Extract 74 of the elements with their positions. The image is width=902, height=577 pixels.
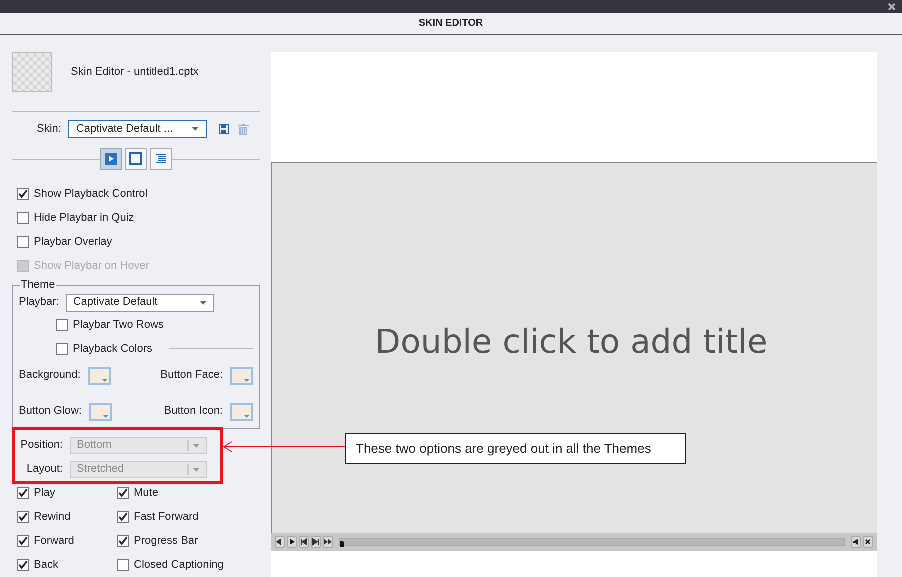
list-icon (154, 152, 168, 166)
slide-title[interactable]: Double click to add title (375, 317, 768, 367)
checkbox[interactable] (17, 487, 29, 499)
checkbox-label: Forward (34, 534, 74, 548)
previous-button[interactable] (299, 536, 309, 548)
next-button[interactable] (311, 536, 321, 548)
next-icon (312, 538, 320, 546)
playback-tab[interactable] (100, 148, 122, 170)
checkbox-label: Back (34, 558, 58, 572)
field-label: Position: (20, 438, 63, 454)
color-label: Button Icon: (164, 404, 223, 420)
toc-tab[interactable] (150, 148, 172, 170)
checkbox[interactable] (56, 318, 68, 330)
color-label: Background: (19, 368, 81, 384)
color-label: Button Face: (160, 368, 223, 384)
checkbox-label: Progress Bar (134, 534, 198, 548)
field-label: Layout: (26, 462, 63, 478)
color-label: Button Glow: (19, 404, 82, 420)
checkbox-label: Playbar Overlay (34, 235, 112, 249)
playbar-dropdown[interactable]: Captivate Default (66, 294, 214, 312)
fast-forward-icon (324, 538, 332, 546)
checkbox-label: Show Playback Control (34, 187, 148, 201)
color-swatch[interactable] (230, 402, 253, 420)
checkbox[interactable] (17, 559, 29, 571)
volume-icon (852, 538, 860, 546)
checkbox[interactable] (117, 559, 129, 571)
progress-thumb[interactable] (340, 541, 344, 547)
annotation-callout: These two options are greyed out in all the Themes (345, 433, 686, 464)
play-button[interactable] (287, 536, 297, 548)
checkbox[interactable] (117, 487, 129, 499)
play-icon (288, 538, 296, 546)
volume-button[interactable] (851, 536, 861, 548)
checkbox[interactable] (117, 535, 129, 547)
checkbox-label: Fast Forward (134, 510, 199, 524)
checkbox-label: Hide Playbar in Quiz (34, 211, 134, 225)
checkbox[interactable] (17, 212, 29, 224)
skin-title: Skin Editor - untitled1.cptx (71, 64, 199, 80)
play-icon (104, 152, 118, 166)
color-swatch[interactable] (230, 366, 253, 384)
exit-icon (276, 538, 284, 546)
caret-icon (193, 444, 200, 448)
close-button[interactable] (863, 536, 873, 548)
skin-label: Skin: (37, 122, 62, 137)
square-icon (129, 152, 143, 166)
close-icon (864, 538, 872, 546)
color-swatch[interactable] (88, 366, 111, 384)
checkbox[interactable] (17, 188, 29, 200)
checkbox-label: Playbar Two Rows (73, 318, 164, 332)
previous-icon (300, 538, 308, 546)
exit-button[interactable] (275, 536, 285, 548)
group-label: Theme (20, 278, 56, 293)
color-swatch[interactable] (88, 402, 112, 420)
caret-icon (193, 468, 200, 472)
checkbox-label: Playback Colors (73, 342, 152, 356)
borders-tab[interactable] (125, 148, 147, 170)
skin-thumbnail (12, 52, 52, 92)
checkbox[interactable] (117, 511, 129, 523)
checkbox[interactable] (17, 511, 29, 523)
caret-icon (192, 127, 200, 131)
checkbox[interactable] (17, 236, 29, 248)
close-icon[interactable] (888, 2, 896, 10)
playbar-label: Playbar: (19, 295, 60, 310)
checkbox[interactable] (17, 535, 29, 547)
checkbox-label: Mute (134, 486, 158, 500)
checkbox[interactable] (56, 342, 68, 354)
caret-icon (200, 300, 208, 304)
checkbox-label: Show Playbar on Hover (34, 259, 150, 273)
skin-dropdown[interactable]: Captivate Default ... (68, 120, 208, 138)
save-icon[interactable] (219, 124, 230, 134)
checkbox-label: Closed Captioning (134, 558, 224, 572)
checkbox-label: Rewind (34, 510, 71, 524)
checkbox-label: Play (34, 486, 56, 500)
window-title: SKIN EDITOR (418, 17, 484, 31)
fast-forward-button[interactable] (323, 536, 333, 548)
